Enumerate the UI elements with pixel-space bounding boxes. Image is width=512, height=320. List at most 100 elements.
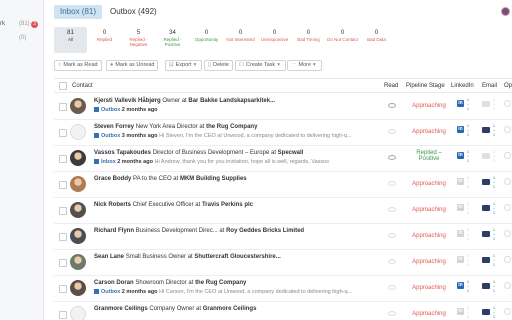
contact-company[interactable]: the Rug Company <box>195 280 246 286</box>
table-row[interactable]: Kjersti Vallevik Håbjørg Owner at Bar Ba… <box>54 94 512 120</box>
row-checkbox[interactable] <box>59 103 67 111</box>
pipeline-stage[interactable]: Approaching <box>405 233 453 239</box>
linkedin-icon[interactable]: in <box>457 308 464 315</box>
contact-company[interactable]: Bar Bakke Landskapsarkitek... <box>188 98 275 104</box>
contact-company[interactable]: Travis Perkins plc <box>202 202 253 208</box>
mail-icon[interactable] <box>482 179 490 185</box>
col-pipeline-stage[interactable]: Pipeline Stage <box>406 79 445 94</box>
stage-filter-bad-timing[interactable]: 0 Bad Timing <box>292 27 325 53</box>
options-icon[interactable] <box>504 126 511 133</box>
eye-icon[interactable] <box>388 181 396 186</box>
contact-name[interactable]: Kjersti Vallevik Håbjørg <box>94 98 161 104</box>
eye-icon[interactable] <box>388 207 396 212</box>
stage-filter-not-interested[interactable]: 0 Not Interested <box>224 27 257 53</box>
eye-icon[interactable] <box>388 103 396 108</box>
user-avatar[interactable] <box>501 7 510 16</box>
contact-name[interactable]: Vassos Tapakoudes <box>94 150 151 156</box>
eye-icon[interactable] <box>388 233 396 238</box>
row-checkbox[interactable] <box>59 129 67 137</box>
table-row[interactable]: Nick Roberts Chief Executive Officer at … <box>54 198 512 224</box>
eye-icon[interactable] <box>388 311 396 316</box>
options-icon[interactable] <box>504 152 511 159</box>
stage-filter-replied-positive[interactable]: 34 Replied - Positive <box>156 27 189 53</box>
contact-company[interactable]: Specwall <box>278 150 304 156</box>
options-icon[interactable] <box>504 230 511 237</box>
stage-filter-opportunity[interactable]: 0 Opportunity <box>190 27 223 53</box>
linkedin-icon[interactable]: in <box>457 204 464 211</box>
contact-name[interactable]: Grace Boddy <box>94 176 131 182</box>
pipeline-stage[interactable]: Approaching <box>405 285 453 291</box>
mail-icon[interactable] <box>482 205 490 211</box>
pipeline-stage[interactable]: Replied – Positive <box>405 150 453 162</box>
contact-company[interactable]: the Rug Company <box>206 124 257 130</box>
col-email[interactable]: Email <box>482 79 497 94</box>
sidebar-item-inbox[interactable]: rk (81) 3 <box>0 18 44 30</box>
table-row[interactable]: Vassos Tapakoudes Director of Business D… <box>54 146 512 172</box>
pipeline-stage[interactable]: Approaching <box>405 259 453 265</box>
linkedin-icon[interactable]: in <box>457 126 464 133</box>
options-icon[interactable] <box>504 308 511 315</box>
linkedin-icon[interactable]: in <box>457 178 464 185</box>
contact-name[interactable]: Carson Doran <box>94 280 134 286</box>
row-checkbox[interactable] <box>59 155 67 163</box>
export-button[interactable]: ⊡ Export ▾ <box>165 60 203 71</box>
pipeline-stage[interactable]: Approaching <box>405 311 453 317</box>
contact-name[interactable]: Steven Forrey <box>94 124 134 130</box>
mail-icon[interactable] <box>482 283 490 289</box>
mail-icon[interactable] <box>482 257 490 263</box>
contact-name[interactable]: Nick Roberts <box>94 202 131 208</box>
contact-company[interactable]: MKM Building Supplies <box>180 176 247 182</box>
delete-button[interactable]: ▯ Delete <box>204 60 233 71</box>
col-read[interactable]: Read <box>384 79 398 94</box>
table-row[interactable]: Grace Boddy PA to the CEO at MKM Buildin… <box>54 172 512 198</box>
eye-icon[interactable] <box>388 259 396 264</box>
pipeline-stage[interactable]: Approaching <box>405 181 453 187</box>
mail-icon[interactable] <box>482 127 490 133</box>
stage-filter-unresponsive[interactable]: 0 Unresponsive <box>258 27 291 53</box>
options-icon[interactable] <box>504 178 511 185</box>
stage-filter-all[interactable]: 81 All <box>54 27 87 53</box>
contact-company[interactable]: Granmore Ceilings <box>203 306 257 312</box>
mark-read-button[interactable]: ○ Mark as Read <box>54 60 102 71</box>
stage-filter-do-not-contact[interactable]: 0 Do Not Contact <box>326 27 359 53</box>
pipeline-stage[interactable]: Approaching <box>405 103 453 109</box>
table-row[interactable]: Richard Flynn Business Development Direc… <box>54 224 512 250</box>
sidebar-item-secondary[interactable]: (0) <box>0 32 44 44</box>
mail-icon[interactable] <box>482 231 490 237</box>
eye-icon[interactable] <box>388 129 396 134</box>
more-button[interactable]: ⋯ More ▾ <box>287 60 322 71</box>
contact-name[interactable]: Granmore Ceilings <box>94 306 148 312</box>
mail-icon[interactable] <box>482 101 490 107</box>
row-checkbox[interactable] <box>59 259 67 267</box>
options-icon[interactable] <box>504 282 511 289</box>
pipeline-stage[interactable]: Approaching <box>405 207 453 213</box>
linkedin-icon[interactable]: in <box>457 100 464 107</box>
col-op[interactable]: Op <box>504 79 512 94</box>
pipeline-stage[interactable]: Approaching <box>405 129 453 135</box>
row-checkbox[interactable] <box>59 285 67 293</box>
table-row[interactable]: Granmore Ceilings Company Owner at Granm… <box>54 302 512 320</box>
contact-company[interactable]: Roy Geddes Bricks Limited <box>226 228 304 234</box>
eye-icon[interactable] <box>388 285 396 290</box>
mark-unread-button[interactable]: ● Mark as Unread <box>106 60 159 71</box>
stage-filter-bad-data[interactable]: 0 Bad Data <box>360 27 393 53</box>
options-icon[interactable] <box>504 100 511 107</box>
options-icon[interactable] <box>504 204 511 211</box>
stage-filter-replied[interactable]: 0 Replied <box>88 27 121 53</box>
tab-inbox[interactable]: Inbox (81) <box>54 5 103 19</box>
row-checkbox[interactable] <box>59 233 67 241</box>
col-contact[interactable]: Contact <box>72 79 93 94</box>
create-task-button[interactable]: ☐ Create Task ▾ <box>235 60 286 71</box>
linkedin-icon[interactable]: in <box>457 230 464 237</box>
table-row[interactable]: Carson Doran Showroom Director at the Ru… <box>54 276 512 302</box>
table-row[interactable]: Sean Lane Small Business Owner at Shutte… <box>54 250 512 276</box>
row-checkbox[interactable] <box>59 311 67 319</box>
col-linkedin[interactable]: LinkedIn <box>451 79 474 94</box>
row-checkbox[interactable] <box>59 207 67 215</box>
mail-icon[interactable] <box>482 309 490 315</box>
linkedin-icon[interactable]: in <box>457 282 464 289</box>
mail-icon[interactable] <box>482 153 490 159</box>
linkedin-icon[interactable]: in <box>457 256 464 263</box>
contact-name[interactable]: Richard Flynn <box>94 228 134 234</box>
tab-outbox[interactable]: Outbox (492) <box>104 5 163 19</box>
